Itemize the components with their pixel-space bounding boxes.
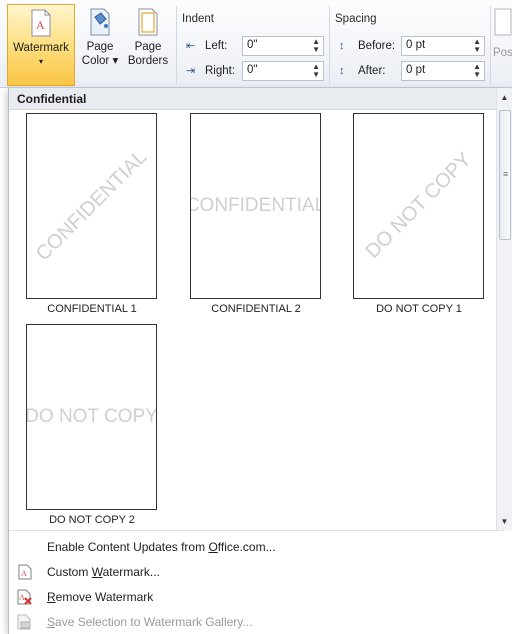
page-color-label: Page bbox=[86, 41, 114, 53]
indent-left-row: ⇤ Left: bbox=[186, 35, 227, 57]
svg-text:A: A bbox=[19, 593, 25, 602]
menu-item-custom-watermark[interactable]: A Custom Watermark... bbox=[9, 560, 505, 584]
indent-left-icon: ⇤ bbox=[186, 40, 196, 52]
watermark-preview: DO NOT COPY bbox=[353, 113, 484, 299]
menu-item-remove-watermark[interactable]: A Remove Watermark bbox=[9, 585, 505, 609]
indent-right-row: ⇥ Right: bbox=[186, 60, 235, 82]
spacing-before-row: ↕ Before: bbox=[339, 35, 395, 57]
svg-text:A: A bbox=[21, 569, 27, 578]
watermark-preview-text: CONFIDENTIAL bbox=[31, 146, 151, 266]
menu-item-save-selection[interactable]: Save Selection to Watermark Gallery... bbox=[9, 610, 505, 634]
page-color-label-2: Color ▾ bbox=[81, 55, 119, 67]
svg-text:A: A bbox=[36, 18, 45, 32]
gallery-item-label: DO NOT COPY 2 bbox=[49, 514, 135, 526]
watermark-dropdown-arrow: ▾ bbox=[38, 57, 43, 66]
menu-item-label: Custom Watermark... bbox=[47, 565, 160, 579]
gallery-scrollbar[interactable]: ▲ ≡ ▼ bbox=[496, 88, 512, 530]
ribbon: A Watermark ▾ Page Color ▾ Page Borders … bbox=[0, 0, 512, 88]
page-color-icon bbox=[90, 8, 110, 36]
menu-item-label: Enable Content Updates from Office.com..… bbox=[47, 540, 276, 554]
gallery-item-label: CONFIDENTIAL 2 bbox=[211, 303, 301, 315]
watermark-icon: A bbox=[31, 9, 51, 37]
custom-watermark-icon: A bbox=[15, 564, 35, 580]
indent-right-label: Right: bbox=[205, 65, 236, 77]
watermark-gallery-panel: Confidential ▲ ≡ ▼ CONFIDENTIAL CONFIDEN… bbox=[8, 88, 512, 634]
page-color-button[interactable]: Page Color ▾ bbox=[78, 4, 122, 86]
ribbon-separator bbox=[329, 6, 330, 84]
indent-right-value: 0" bbox=[247, 64, 258, 76]
watermark-button[interactable]: A Watermark ▾ bbox=[7, 4, 75, 86]
gallery-item-confidential-2[interactable]: CONFIDENTIAL CONFIDENTIAL 2 bbox=[181, 113, 331, 319]
scroll-down-arrow-icon[interactable]: ▼ bbox=[497, 514, 512, 530]
spacing-after-icon: ↕ bbox=[339, 65, 345, 77]
page-borders-label: Page bbox=[134, 41, 162, 53]
scrollbar-thumb[interactable]: ≡ bbox=[499, 110, 511, 240]
spacing-after-label: After: bbox=[358, 65, 386, 77]
spacing-after-input[interactable]: 0 pt ▲ ▼ bbox=[401, 61, 485, 81]
indent-right-input[interactable]: 0" ▲ ▼ bbox=[242, 61, 324, 81]
indent-left-spinner-icon[interactable]: ▲ ▼ bbox=[312, 38, 320, 54]
page-borders-button[interactable]: Page Borders bbox=[124, 4, 172, 86]
page-borders-icon bbox=[138, 8, 158, 36]
scroll-up-arrow-icon[interactable]: ▲ bbox=[497, 90, 512, 106]
gallery-item-confidential-1[interactable]: CONFIDENTIAL CONFIDENTIAL 1 bbox=[17, 113, 167, 319]
remove-watermark-icon: A bbox=[15, 589, 35, 605]
indent-left-input[interactable]: 0" ▲ ▼ bbox=[242, 36, 324, 56]
spacing-before-spinner-icon[interactable]: ▲ ▼ bbox=[473, 38, 481, 54]
spacing-before-label: Before: bbox=[358, 40, 396, 52]
indent-group-title: Indent bbox=[182, 13, 214, 25]
watermark-preview: DO NOT COPY bbox=[26, 324, 157, 510]
indent-right-icon: ⇥ bbox=[186, 65, 196, 77]
spacing-after-row: ↕ After: bbox=[339, 60, 385, 82]
gallery-item-do-not-copy-1[interactable]: DO NOT COPY DO NOT COPY 1 bbox=[344, 113, 494, 319]
ribbon-separator bbox=[490, 6, 491, 84]
menu-separator bbox=[9, 530, 505, 531]
spacing-before-value: 0 pt bbox=[406, 39, 426, 51]
page-borders-label-2: Borders bbox=[127, 55, 169, 67]
spacing-before-input[interactable]: 0 pt ▲ ▼ bbox=[401, 36, 485, 56]
watermark-preview: CONFIDENTIAL bbox=[190, 113, 321, 299]
watermark-preview-text: DO NOT COPY bbox=[360, 148, 476, 263]
watermark-preview-text: CONFIDENTIAL bbox=[190, 195, 321, 216]
menu-item-label: Remove Watermark bbox=[47, 590, 154, 604]
ribbon-separator bbox=[176, 6, 177, 84]
position-label: Pos bbox=[493, 47, 512, 59]
save-to-gallery-icon bbox=[15, 614, 35, 630]
grip-icon: ≡ bbox=[503, 169, 509, 179]
indent-left-value: 0" bbox=[247, 39, 258, 51]
watermark-preview: CONFIDENTIAL bbox=[26, 113, 157, 299]
gallery-item-do-not-copy-2[interactable]: DO NOT COPY DO NOT COPY 2 bbox=[17, 324, 167, 530]
position-icon bbox=[494, 8, 512, 36]
watermark-preview-text: DO NOT COPY bbox=[26, 406, 157, 427]
spacing-group-title: Spacing bbox=[335, 13, 377, 25]
gallery-item-label: CONFIDENTIAL 1 bbox=[47, 303, 137, 315]
position-button-partial[interactable]: Pos bbox=[493, 4, 512, 86]
gallery-item-label: DO NOT COPY 1 bbox=[376, 303, 462, 315]
spacing-before-icon: ↕ bbox=[339, 40, 345, 52]
indent-right-spinner-icon[interactable]: ▲ ▼ bbox=[312, 63, 320, 79]
gallery-category-header: Confidential bbox=[9, 88, 497, 110]
indent-left-label: Left: bbox=[205, 40, 228, 52]
watermark-label: Watermark bbox=[13, 42, 69, 54]
menu-item-label: Save Selection to Watermark Gallery... bbox=[47, 615, 253, 629]
menu-item-enable-content-updates[interactable]: Enable Content Updates from Office.com..… bbox=[9, 535, 505, 559]
spacing-after-spinner-icon[interactable]: ▲ ▼ bbox=[473, 63, 481, 79]
spacing-after-value: 0 pt bbox=[406, 64, 426, 76]
